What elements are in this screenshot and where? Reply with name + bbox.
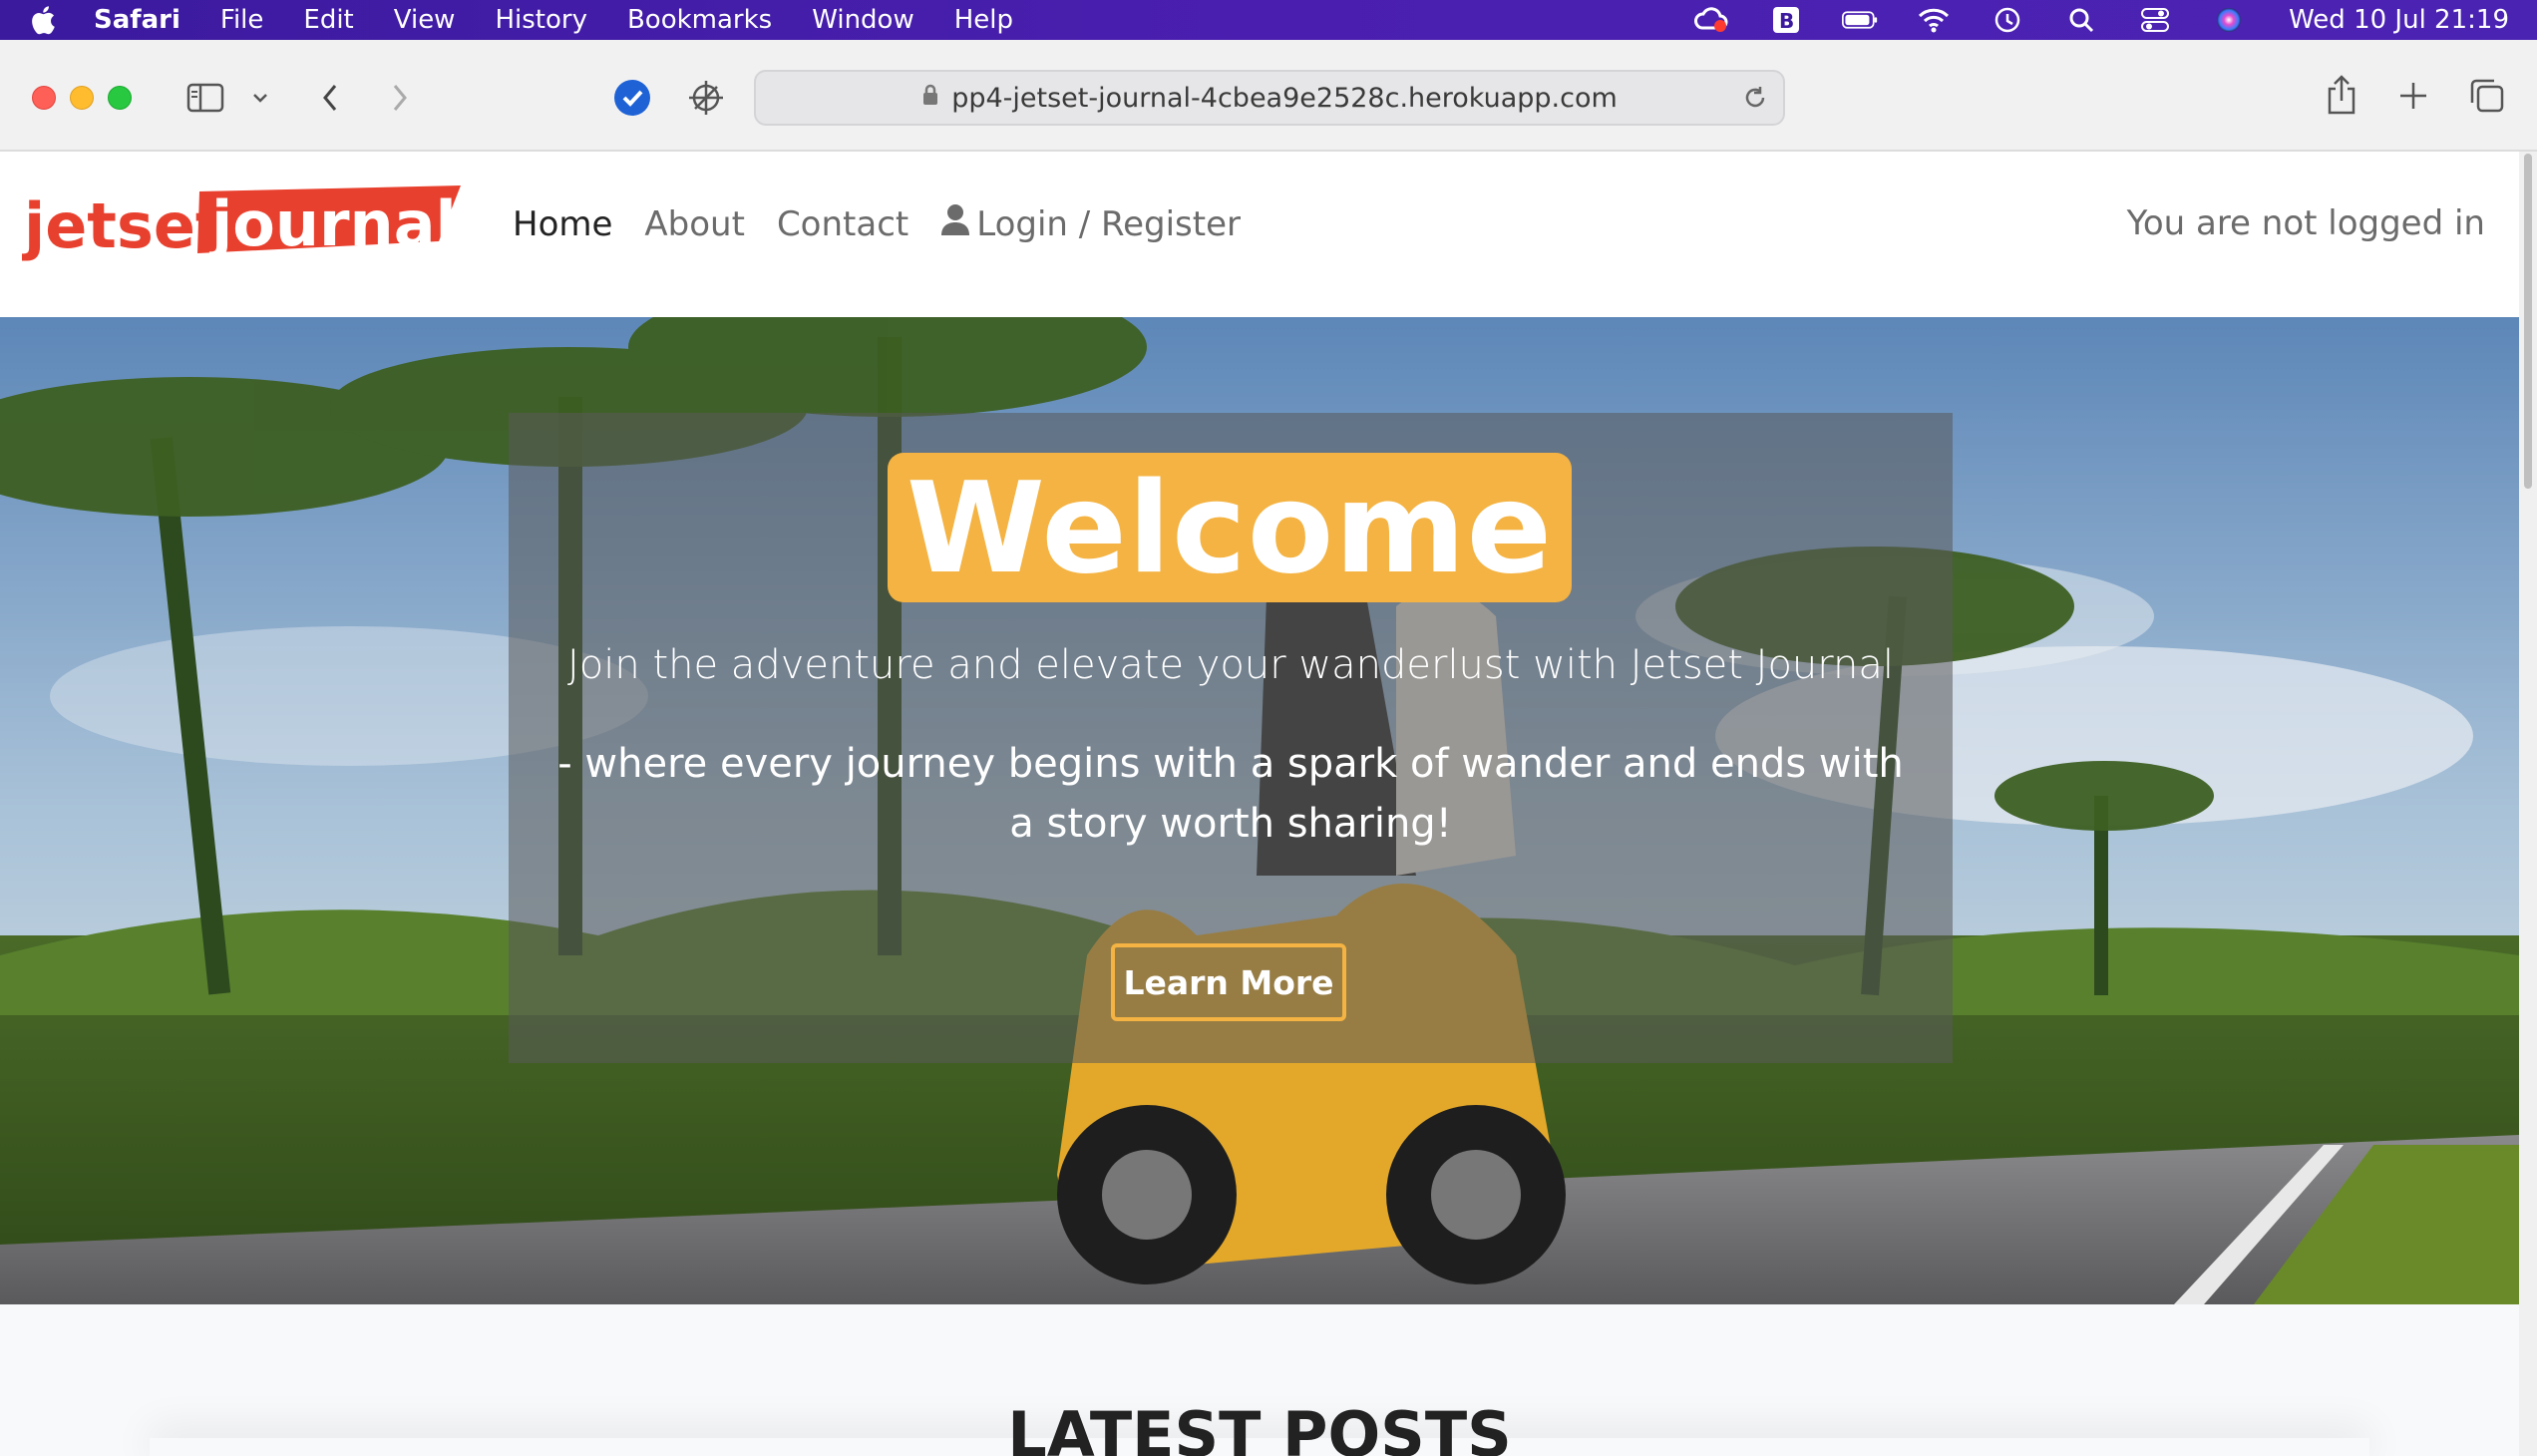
hero-tagline-2: - where every journey begins with a spar… — [557, 741, 1904, 847]
main-nav: Home About Contact Login / Register — [513, 203, 1272, 245]
chevron-down-icon[interactable] — [247, 88, 273, 108]
hero-section: Welcome Join the adventure and elevate y… — [0, 317, 2519, 1304]
wifi-icon[interactable] — [1916, 6, 1952, 34]
learn-more-button[interactable]: Learn More — [1111, 943, 1346, 1021]
sidebar-toggle-icon[interactable] — [185, 78, 225, 118]
window-minimize-button[interactable] — [70, 86, 94, 110]
reload-icon[interactable] — [1741, 84, 1769, 117]
menubar-clock[interactable]: Wed 10 Jul 21:19 — [2289, 5, 2509, 35]
forward-icon[interactable] — [385, 78, 415, 118]
menu-view[interactable]: View — [394, 5, 456, 35]
menu-history[interactable]: History — [495, 5, 587, 35]
control-center-icon[interactable] — [2137, 6, 2173, 34]
hero-overlay: Welcome Join the adventure and elevate y… — [509, 413, 1953, 1063]
back-icon[interactable] — [315, 78, 345, 118]
menu-window[interactable]: Window — [812, 5, 914, 35]
nav-login-label: Login / Register — [976, 204, 1241, 244]
hero-tagline-1: Join the adventure and elevate your wand… — [567, 642, 1894, 688]
site-navbar: jetset journal Home About Contact Login … — [0, 152, 2519, 317]
nav-login-register[interactable]: Login / Register — [940, 203, 1241, 244]
menu-bookmarks[interactable]: Bookmarks — [627, 5, 772, 35]
site-logo[interactable]: jetset journal — [21, 182, 461, 271]
user-icon — [940, 203, 970, 235]
siri-icon[interactable] — [2211, 6, 2247, 34]
menu-file[interactable]: File — [220, 5, 264, 35]
time-machine-icon[interactable] — [1990, 6, 2025, 34]
creative-cloud-icon[interactable] — [1694, 6, 1730, 34]
b-app-icon[interactable]: B — [1768, 6, 1804, 34]
verified-extension-icon[interactable] — [612, 78, 652, 118]
tab-overview-icon[interactable] — [2467, 76, 2507, 116]
logo-text-jetset: jetset — [22, 189, 225, 262]
battery-icon[interactable] — [1842, 6, 1878, 34]
menu-edit[interactable]: Edit — [303, 5, 353, 35]
hero-title: Welcome — [888, 453, 1572, 602]
page-scrollbar[interactable] — [2519, 152, 2537, 1456]
apple-icon[interactable] — [30, 5, 60, 35]
nav-contact[interactable]: Contact — [777, 204, 908, 244]
web-page: jetset journal Home About Contact Login … — [0, 152, 2519, 1456]
nav-about[interactable]: About — [644, 204, 745, 244]
browser-toolbar: pp4-jetset-journal-4cbea9e2528c.herokuap… — [0, 40, 2537, 152]
spotlight-search-icon[interactable] — [2063, 6, 2099, 34]
latest-posts-heading: LATEST POSTS — [1007, 1398, 1512, 1456]
privacy-report-icon[interactable] — [686, 78, 726, 118]
address-bar[interactable]: pp4-jetset-journal-4cbea9e2528c.herokuap… — [754, 70, 1785, 126]
window-zoom-button[interactable] — [108, 86, 132, 110]
scrollbar-thumb[interactable] — [2524, 154, 2532, 489]
url-text[interactable]: pp4-jetset-journal-4cbea9e2528c.herokuap… — [951, 83, 1618, 114]
menu-app-name[interactable]: Safari — [94, 5, 181, 35]
window-close-button[interactable] — [32, 86, 56, 110]
logo-text-journal: journal — [208, 187, 457, 260]
share-icon[interactable] — [2322, 72, 2361, 118]
menu-help[interactable]: Help — [954, 5, 1013, 35]
login-status-text: You are not logged in — [2126, 203, 2485, 243]
svg-text:B: B — [1779, 9, 1794, 33]
new-tab-icon[interactable] — [2395, 78, 2431, 114]
nav-home[interactable]: Home — [513, 204, 612, 244]
lock-icon — [921, 83, 939, 114]
macos-menubar: Safari File Edit View History Bookmarks … — [0, 0, 2537, 40]
